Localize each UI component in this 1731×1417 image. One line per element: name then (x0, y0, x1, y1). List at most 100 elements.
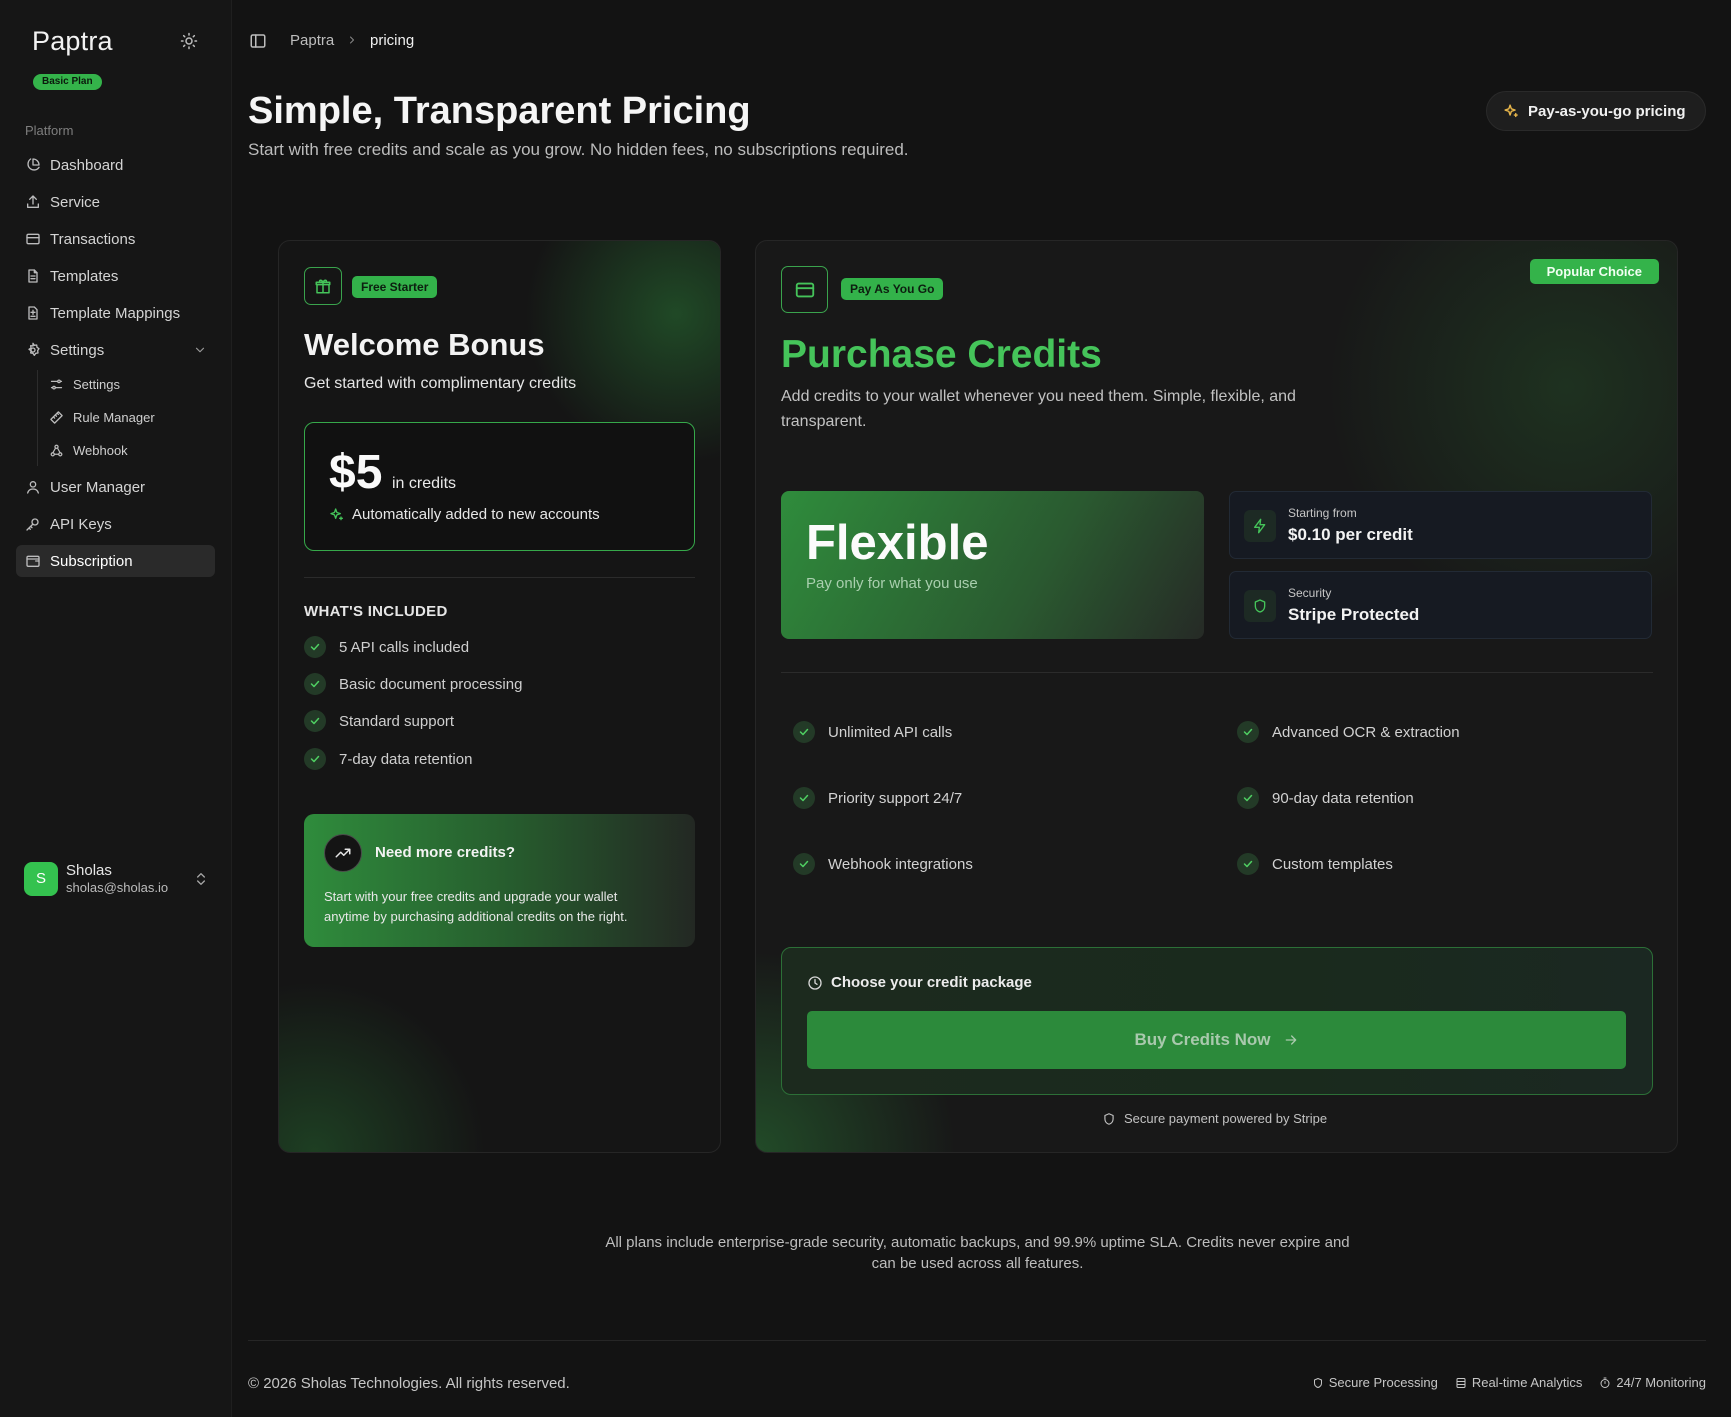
theme-toggle-sun-icon[interactable] (180, 32, 198, 50)
sidebar-item-templates[interactable]: Templates (16, 260, 215, 292)
breadcrumb-current: pricing (370, 32, 415, 49)
sliders-icon (49, 377, 64, 392)
user-name: Sholas (66, 862, 112, 879)
flexible-box: Flexible Pay only for what you use (781, 491, 1204, 639)
sidebar-item-dashboard[interactable]: Dashboard (16, 149, 215, 181)
credit-package-box: Choose your credit package Buy Credits N… (781, 947, 1653, 1095)
sidebar-item-label: Template Mappings (50, 304, 181, 322)
buy-credits-button[interactable]: Buy Credits Now (807, 1011, 1626, 1069)
sidebar-item-label: Templates (50, 267, 119, 285)
sidebar-item-transactions[interactable]: Transactions (16, 223, 215, 255)
footer-divider (248, 1340, 1706, 1341)
sidebar-item-label: Service (50, 193, 101, 211)
feature-label: 7-day data retention (339, 750, 473, 768)
feature-label: 90-day data retention (1272, 789, 1414, 807)
trending-up-icon (324, 834, 362, 872)
stat-value: $0.10 per credit (1288, 525, 1413, 544)
sidebar-item-settings[interactable]: Settings (16, 334, 215, 366)
sidebar-item-label: Subscription (50, 552, 133, 570)
user-profile-card[interactable]: S Sholas sholas@sholas.io (24, 862, 209, 898)
stopwatch-icon (1599, 1377, 1611, 1389)
stat-value: Stripe Protected (1288, 605, 1420, 624)
feature-label: Standard support (339, 712, 455, 730)
pay-as-you-go-card: Popular Choice Pay As You Go Purchase Cr… (755, 240, 1678, 1153)
stat-label: Security (1288, 586, 1332, 600)
credit-amount-box: $5 in credits Automatically added to new… (304, 422, 695, 551)
file-text-icon (25, 268, 41, 284)
need-more-credits-title: Need more credits? (375, 844, 516, 861)
free-starter-tag: Free Starter (352, 276, 438, 298)
security-box: Security Stripe Protected (1229, 571, 1652, 639)
check-icon (1237, 721, 1259, 743)
database-icon (1455, 1377, 1467, 1389)
credit-package-heading-text: Choose your credit package (831, 974, 1032, 991)
credit-amount: $5 (329, 446, 383, 499)
submenu-guide-line (37, 370, 38, 466)
check-icon (304, 748, 326, 770)
flexible-subtitle: Pay only for what you use (806, 575, 978, 592)
check-icon (1237, 787, 1259, 809)
check-icon (304, 710, 326, 732)
credit-note: Automatically added to new accounts (329, 506, 600, 523)
footer-link-monitoring: 24/7 Monitoring (1599, 1375, 1706, 1390)
wallet-icon (25, 553, 41, 569)
buy-credits-label: Buy Credits Now (1134, 1030, 1271, 1049)
avatar: S (24, 862, 58, 896)
check-icon (793, 787, 815, 809)
feature-item: Priority support 24/7 (793, 787, 962, 809)
sidebar-item-label: Settings (50, 341, 105, 359)
pill-label: Pay-as-you-go pricing (1528, 102, 1686, 120)
need-more-credits-box: Need more credits? Start with your free … (304, 814, 695, 947)
chevron-down-icon[interactable] (193, 343, 207, 357)
sidebar-subitem-settings[interactable]: Settings (49, 371, 120, 397)
sidebar-item-label: Dashboard (50, 156, 124, 174)
secure-payment-text: Secure payment powered by Stripe (1124, 1111, 1328, 1126)
shield-icon (1102, 1112, 1116, 1126)
feature-item: 90-day data retention (1237, 787, 1414, 809)
pay-as-you-go-tag: Pay As You Go (841, 278, 944, 300)
arrow-right-icon (1283, 1032, 1299, 1048)
sidebar-toggle-icon[interactable] (249, 32, 267, 50)
plan-badge: Basic Plan (33, 74, 102, 90)
popular-choice-badge: Popular Choice (1529, 259, 1659, 284)
sidebar-item-template-mappings[interactable]: Template Mappings (16, 297, 215, 329)
welcome-bonus-subtitle: Get started with complimentary credits (304, 375, 577, 392)
app-logo[interactable]: Paptra (32, 26, 113, 57)
check-icon (793, 721, 815, 743)
flexible-title: Flexible (806, 516, 989, 570)
feature-label: Basic document processing (339, 675, 523, 693)
feature-label: Webhook integrations (828, 855, 973, 873)
breadcrumb-root[interactable]: Paptra (290, 32, 334, 49)
starting-price-box: Starting from $0.10 per credit (1229, 491, 1652, 559)
upload-icon (25, 194, 41, 210)
sidebar-subitem-webhook[interactable]: Webhook (49, 437, 128, 463)
sidebar: Paptra Basic Plan Platform Dashboard Ser… (0, 0, 232, 1417)
key-icon (25, 516, 41, 532)
ruler-icon (49, 410, 64, 425)
page-subtitle: Start with free credits and scale as you… (248, 140, 909, 159)
chevron-right-icon (346, 34, 358, 46)
sidebar-subitem-label: Rule Manager (73, 409, 155, 425)
sidebar-item-api-keys[interactable]: API Keys (16, 508, 215, 540)
sidebar-item-service[interactable]: Service (16, 186, 215, 218)
welcome-bonus-title: Welcome Bonus (304, 327, 545, 362)
check-icon (793, 853, 815, 875)
divider (781, 672, 1653, 673)
credit-note-text: Automatically added to new accounts (352, 506, 600, 523)
sidebar-item-user-manager[interactable]: User Manager (16, 471, 215, 503)
free-starter-card: Free Starter Welcome Bonus Get started w… (278, 240, 721, 1153)
clock-icon (807, 975, 823, 991)
page-title: Simple, Transparent Pricing (248, 90, 751, 132)
plans-fine-print: All plans include enterprise-grade secur… (605, 1234, 1350, 1272)
footer-link-label: 24/7 Monitoring (1616, 1375, 1706, 1390)
sidebar-item-label: API Keys (50, 515, 112, 533)
feature-item: Standard support (304, 710, 454, 732)
sidebar-subitem-rule-manager[interactable]: Rule Manager (49, 404, 155, 430)
zap-icon (1244, 510, 1276, 542)
stat-label: Starting from (1288, 506, 1357, 520)
credit-card-icon (25, 231, 41, 247)
credit-card-icon (781, 266, 828, 313)
chevrons-up-down-icon[interactable] (193, 871, 209, 887)
feature-label: Priority support 24/7 (828, 789, 963, 807)
sidebar-item-subscription[interactable]: Subscription (16, 545, 215, 577)
